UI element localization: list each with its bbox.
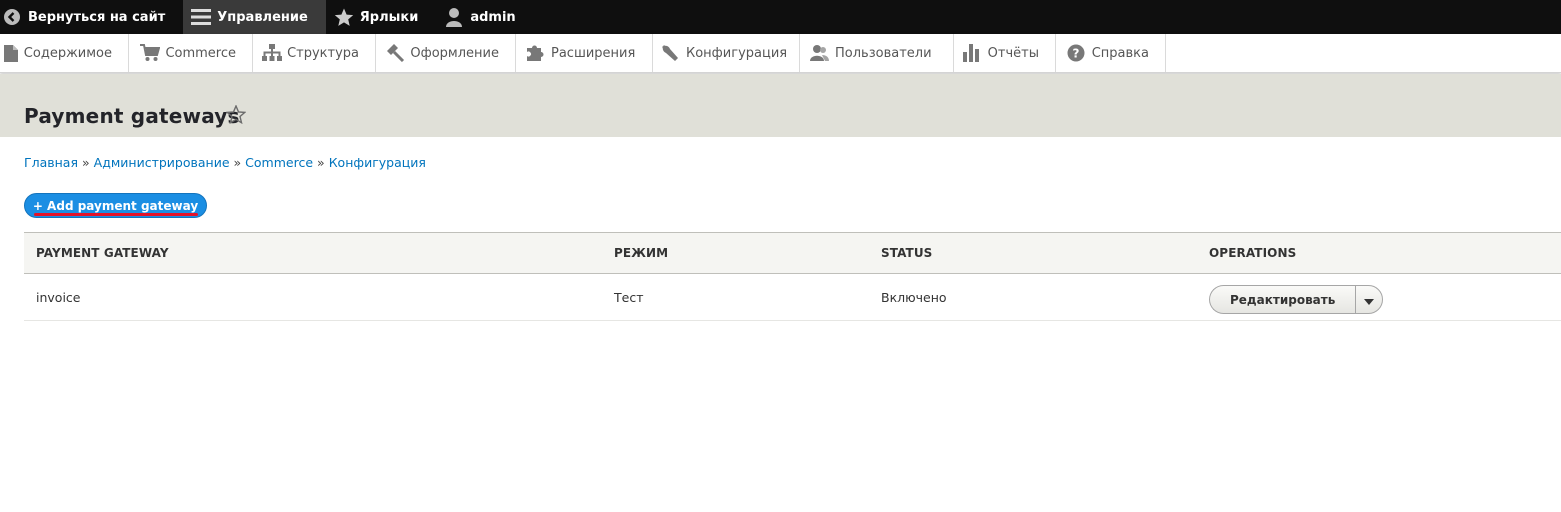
help-icon: ?: [1066, 43, 1087, 63]
operations-dropdown-toggle[interactable]: [1355, 285, 1384, 314]
admin-tray: Содержимое Commerce Структура Оформление…: [0, 34, 1561, 73]
breadcrumb: Главная» Администрирование» Commerce» Конфи…: [24, 155, 426, 170]
page-header: Payment gateways: [0, 74, 1561, 137]
gateway-name: invoice: [36, 290, 81, 305]
tray-item-label: Структура: [287, 45, 359, 61]
svg-text:?: ?: [1073, 47, 1080, 61]
hamburger-icon: [191, 7, 212, 27]
tray-item-label: Содержимое: [23, 45, 112, 61]
tray-item-label: Расширения: [551, 45, 636, 61]
breadcrumb-separator: »: [317, 155, 325, 170]
puzzle-icon: [524, 43, 546, 63]
tray-item-help[interactable]: ? Справка: [1056, 34, 1166, 72]
tray-item-label: Commerce: [165, 45, 236, 61]
shortcuts-tab[interactable]: Ярлыки: [334, 0, 445, 34]
star-icon: [334, 7, 354, 27]
payment-gateways-table: PAYMENT GATEWAY РЕЖИМ STATUS OPERATIONS …: [24, 232, 1561, 321]
breadcrumb-separator: »: [82, 155, 90, 170]
breadcrumb-link-admin[interactable]: Администрирование: [94, 155, 230, 170]
table-header: PAYMENT GATEWAY РЕЖИМ STATUS OPERATIONS: [24, 232, 1561, 274]
tray-item-people[interactable]: Пользователи: [800, 34, 954, 72]
tray-item-label: Справка: [1091, 45, 1149, 61]
tray-item-structure[interactable]: Структура: [253, 34, 376, 72]
breadcrumb-link-commerce[interactable]: Commerce: [245, 155, 313, 170]
back-to-site-label: Вернуться на сайт: [28, 9, 166, 25]
column-header-payment-gateway: PAYMENT GATEWAY: [36, 246, 169, 260]
tray-item-label: Оформление: [410, 45, 499, 61]
chevron-left-circle-icon: [2, 7, 22, 27]
page-icon: [4, 43, 19, 63]
user-icon: [444, 7, 464, 27]
tray-item-extend[interactable]: Расширения: [516, 34, 653, 72]
tray-item-content[interactable]: Содержимое: [0, 34, 129, 72]
cart-icon: [139, 43, 160, 63]
column-header-operations: OPERATIONS: [1209, 246, 1297, 260]
sitemap-icon: [261, 43, 282, 63]
back-to-site-link[interactable]: Вернуться на сайт: [0, 0, 183, 34]
gateway-status: Включено: [881, 290, 947, 305]
wrench-icon: [661, 43, 681, 63]
tray-item-appearance[interactable]: Оформление: [376, 34, 516, 72]
manage-tab[interactable]: Управление: [183, 0, 326, 34]
user-tab[interactable]: admin: [444, 0, 529, 34]
edit-button[interactable]: Редактировать: [1209, 285, 1356, 314]
user-label: admin: [470, 9, 516, 25]
operations-dropbutton: Редактировать: [1209, 285, 1384, 314]
tray-item-label: Конфигурация: [686, 45, 788, 61]
tray-item-commerce[interactable]: Commerce: [129, 34, 253, 72]
tray-item-configuration[interactable]: Конфигурация: [653, 34, 800, 72]
brush-icon: [384, 43, 405, 63]
tray-item-reports[interactable]: Отчёты: [954, 34, 1056, 72]
shortcuts-label: Ярлыки: [359, 9, 419, 25]
tray-item-label: Пользователи: [835, 45, 932, 61]
breadcrumb-link-home[interactable]: Главная: [24, 155, 78, 170]
breadcrumb-separator: »: [233, 155, 242, 170]
page-title: Payment gateways: [24, 104, 240, 128]
star-outline-icon[interactable]: [225, 104, 247, 128]
bar-chart-icon: [962, 43, 983, 63]
column-header-mode: РЕЖИМ: [614, 246, 669, 260]
table-row: invoice Тест Включено Редактировать: [24, 274, 1561, 321]
admin-toolbar: Вернуться на сайт Управление Ярлыки admi…: [0, 0, 1561, 34]
column-header-status: STATUS: [881, 246, 933, 260]
manage-label: Управление: [217, 9, 308, 25]
annotation-underline: [34, 213, 198, 216]
people-icon: [808, 43, 830, 63]
gateway-mode: Тест: [614, 290, 644, 305]
tray-item-label: Отчёты: [987, 45, 1039, 61]
breadcrumb-link-configuration[interactable]: Конфигурация: [329, 155, 426, 170]
caret-down-icon: [1364, 290, 1375, 309]
